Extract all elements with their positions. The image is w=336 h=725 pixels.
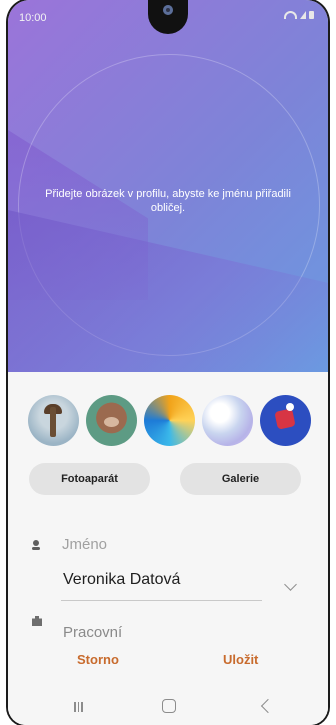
avatar-options: [28, 395, 311, 446]
front-camera-icon: [163, 5, 173, 15]
save-button[interactable]: Uložit: [223, 652, 258, 667]
system-navbar: [8, 682, 328, 725]
name-label: Jméno: [62, 536, 108, 553]
camera-button[interactable]: Fotoaparát: [29, 463, 150, 495]
name-underline: [61, 600, 262, 601]
profile-hint-text: Přidejte obrázek v profilu, abyste ke jm…: [45, 188, 291, 214]
profile-image-hero[interactable]: Přidejte obrázek v profilu, abyste ke jm…: [8, 0, 328, 372]
person-icon: [32, 540, 40, 550]
status-bar: 10:00: [8, 0, 328, 34]
gallery-button[interactable]: Galerie: [180, 463, 301, 495]
recent-apps-icon[interactable]: [74, 702, 83, 714]
status-icons: [284, 11, 314, 19]
name-field[interactable]: Veronika Datová: [63, 571, 180, 589]
spark-icon: [286, 403, 294, 411]
status-time: 10:00: [19, 12, 47, 24]
wifi-icon: [284, 11, 297, 19]
blue-sticker-avatar[interactable]: [260, 395, 311, 446]
phone-screen: Přidejte obrázek v profilu, abyste ke jm…: [8, 0, 328, 725]
monkey-avatar[interactable]: [86, 395, 137, 446]
sticker-icon: [274, 408, 296, 430]
camera-notch: [148, 0, 188, 34]
battery-icon: [309, 11, 314, 19]
work-field-label[interactable]: Pracovní: [63, 624, 122, 641]
tree-avatar[interactable]: [28, 395, 79, 446]
chevron-down-icon[interactable]: [284, 578, 297, 591]
back-icon[interactable]: [260, 698, 276, 714]
abstract-avatar[interactable]: [144, 395, 195, 446]
pastel-avatar[interactable]: [202, 395, 253, 446]
briefcase-icon: [32, 616, 42, 626]
signal-icon: [300, 11, 306, 19]
bottom-actions: Storno Uložit: [8, 640, 328, 682]
home-icon[interactable]: [162, 699, 176, 713]
cancel-button[interactable]: Storno: [77, 652, 119, 667]
